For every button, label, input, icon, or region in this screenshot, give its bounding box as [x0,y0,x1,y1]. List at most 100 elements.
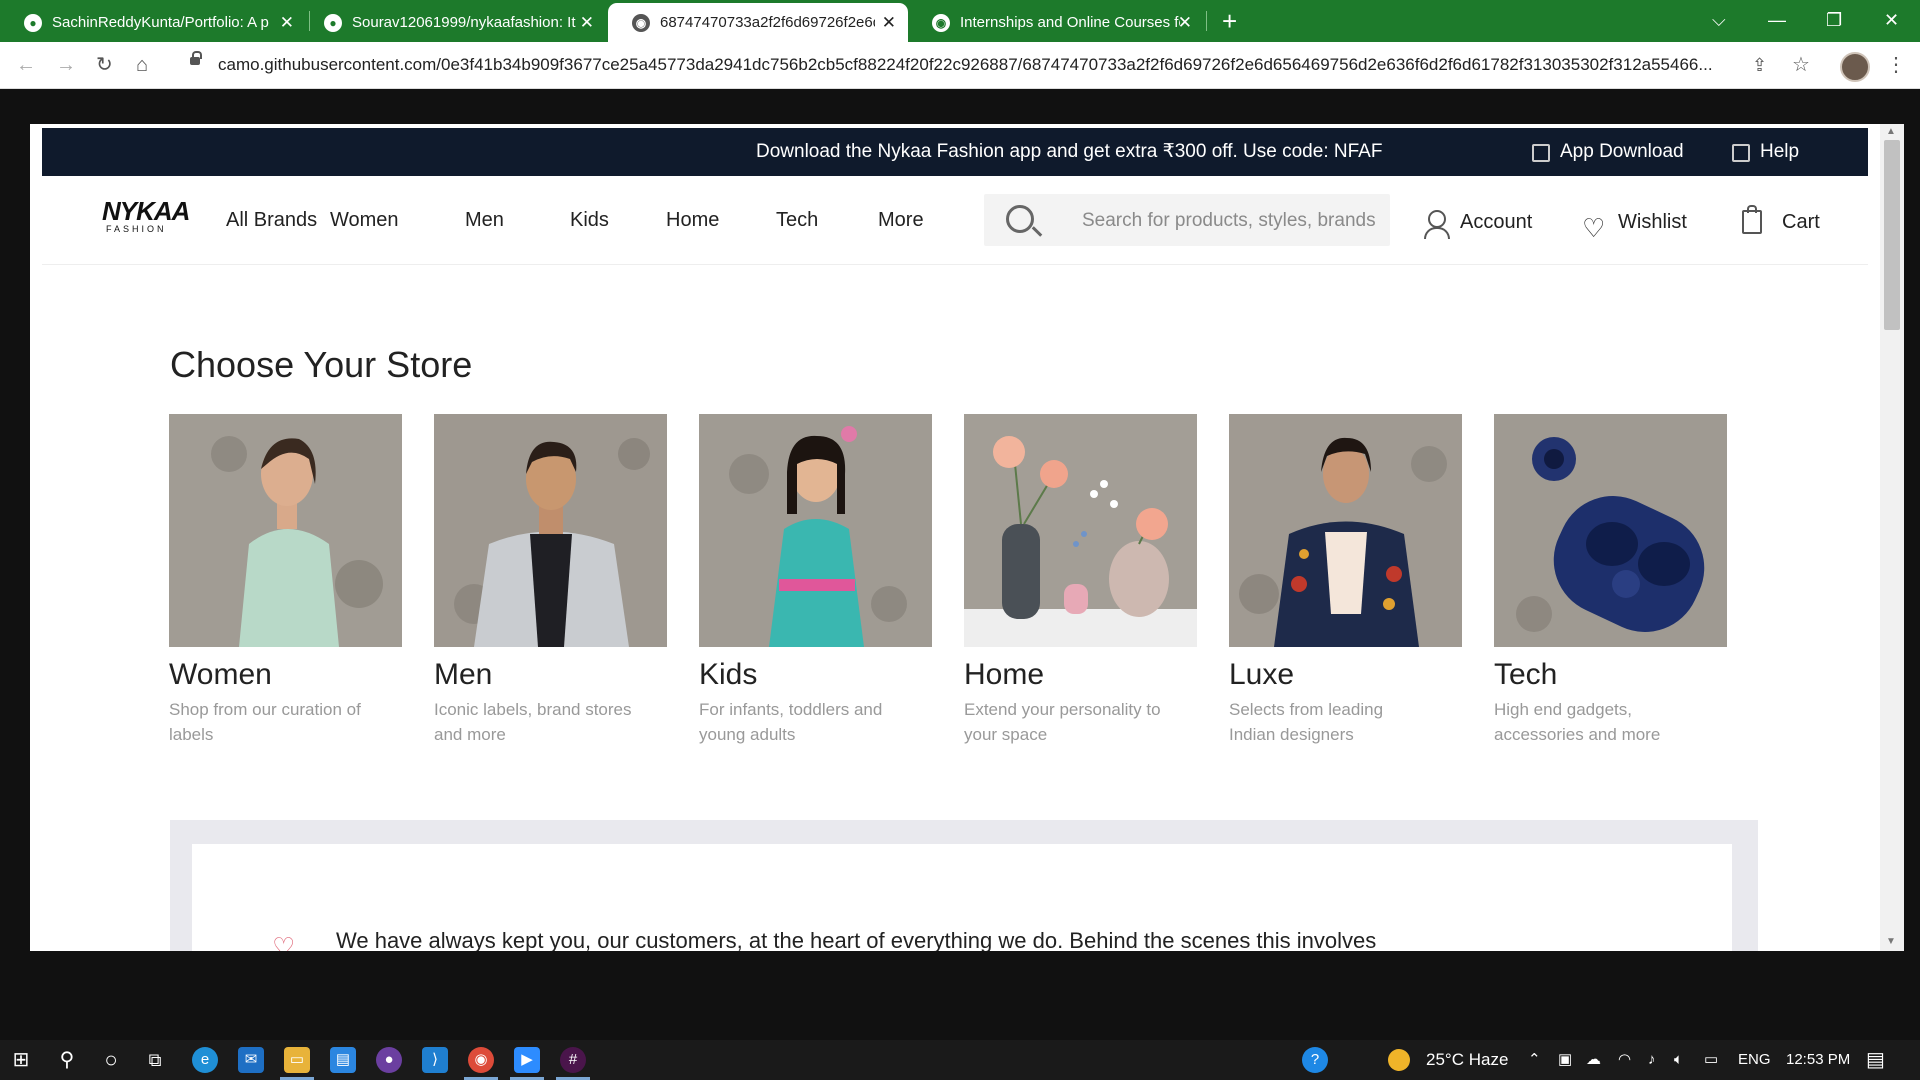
microphone-icon[interactable]: ♪ [1648,1040,1656,1080]
app-download-link[interactable]: App Download [1560,128,1684,176]
nav-kids[interactable]: Kids [570,200,609,240]
globe-icon: ◉ [632,14,650,32]
store-description: Selects from leading Indian designers [1229,700,1384,744]
vscode-icon[interactable]: ⟩ [422,1047,448,1073]
notepad-icon[interactable]: ▤ [330,1047,356,1073]
new-tab-button[interactable]: + [1222,0,1237,42]
menu-kebab-icon[interactable]: ⋮ [1886,42,1906,88]
url-field[interactable]: camo.githubusercontent.com/0e3f41b34b909… [218,48,1738,82]
search-input[interactable] [1080,194,1384,248]
nav-men[interactable]: Men [465,200,504,240]
store-description: Shop from our curation of labels [169,700,361,744]
store-description: For infants, toddlers and young adults [699,700,883,744]
promo-banner: Download the Nykaa Fashion app and get e… [42,128,1868,176]
file-explorer-icon[interactable]: ▭ [284,1047,310,1073]
tech-store-image[interactable] [1494,414,1727,647]
meet-now-icon[interactable]: ▣ [1558,1040,1572,1080]
store-card-home[interactable]: Home Extend your personality to your spa… [964,414,1197,747]
tab-active-image[interactable]: ◉ 68747470733a2f2f6d69726f2e6d ✕ [608,3,908,42]
reload-icon[interactable]: ↻ [96,42,113,88]
notifications-icon[interactable]: ▤ [1866,1040,1885,1080]
slack-icon[interactable]: # [560,1047,586,1073]
nav-women[interactable]: Women [330,200,399,240]
battery-icon[interactable]: ▭ [1704,1040,1718,1080]
mail-icon[interactable]: ✉ [238,1047,264,1073]
share-icon[interactable]: ⇪ [1752,42,1767,88]
search-box [984,194,1390,248]
windows-taskbar: ⊞ ⚲ ○ ⧉ e ✉ ▭ ▤ ● ⟩ ◉ ▶ # ? 25°C Haze ⌃ … [0,1040,1920,1080]
back-icon[interactable]: ← [16,42,36,88]
help-icon[interactable]: ? [1302,1047,1328,1073]
lock-icon[interactable] [190,51,202,65]
wishlist-label: Wishlist [1618,211,1687,233]
forward-icon[interactable]: → [56,42,76,88]
store-name: Home [964,658,1045,691]
kids-store-image[interactable] [699,414,932,647]
men-store-image[interactable] [434,414,667,647]
windows-start-icon[interactable]: ⊞ [8,1047,34,1073]
tab-title: 68747470733a2f2f6d69726f2e6d [660,14,875,31]
tab-title: Sourav12061999/nykaafashion: It [352,14,576,31]
cortana-icon[interactable]: ○ [98,1047,124,1073]
store-name: Kids [699,658,758,691]
shopping-bag-icon [1742,205,1762,234]
language-indicator[interactable]: ENG [1738,1040,1771,1080]
chrome-icon[interactable]: ◉ [468,1047,494,1073]
promise-card: ♡ We have always kept you, our customers… [192,844,1732,951]
zoom-icon[interactable]: ▶ [514,1047,540,1073]
luxe-store-image[interactable] [1229,414,1462,647]
search-icon[interactable] [1006,205,1034,233]
onedrive-icon[interactable]: ☁ [1586,1040,1601,1080]
edge-icon[interactable]: e [192,1047,218,1073]
weather-icon[interactable] [1388,1049,1410,1071]
browser-tab-bar: ● SachinReddyKunta/Portfolio: A p ✕ ● So… [0,0,1920,42]
store-card-luxe[interactable]: Luxe Selects from leading Indian designe… [1229,414,1462,747]
tab-internships[interactable]: ◉ Internships and Online Courses fo ✕ [908,3,1204,42]
home-icon[interactable]: ⌂ [136,42,148,88]
heart-icon: ♡ [272,932,296,951]
phone-icon [1532,144,1550,162]
task-view-icon[interactable]: ⧉ [142,1047,168,1073]
nav-more[interactable]: More [878,200,924,240]
store-card-tech[interactable]: Tech High end gadgets, accessories and m… [1494,414,1727,747]
github-icon: ● [324,14,342,32]
tab-portfolio[interactable]: ● SachinReddyKunta/Portfolio: A p ✕ [0,3,306,42]
store-card-women[interactable]: Women Shop from our curation of labels [169,414,402,747]
tab-search-icon[interactable]: ⌵ [1712,0,1726,40]
close-icon[interactable]: ✕ [280,3,294,42]
nykaa-fashion-logo[interactable]: NYKAA FASHION [102,196,190,246]
clock[interactable]: 12:53 PM [1786,1040,1850,1080]
weather-text[interactable]: 25°C Haze [1426,1040,1508,1080]
close-window-icon[interactable]: ✕ [1884,0,1899,40]
profile-avatar[interactable] [1840,52,1870,82]
search-icon[interactable]: ⚲ [54,1047,80,1073]
promise-text: We have always kept you, our customers, … [336,928,1377,951]
cart-label: Cart [1782,211,1820,233]
store-name: Luxe [1229,658,1295,691]
bookmark-star-icon[interactable]: ☆ [1792,42,1810,88]
women-store-image[interactable] [169,414,402,647]
minimize-icon[interactable]: — [1768,0,1786,40]
github-desktop-icon[interactable]: ● [376,1047,402,1073]
wifi-icon[interactable]: ◠ [1618,1040,1631,1080]
chevron-up-icon[interactable]: ⌃ [1528,1040,1541,1080]
nav-all-brands[interactable]: All Brands [226,200,317,240]
close-icon[interactable]: ✕ [1178,3,1192,42]
store-card-men[interactable]: Men Iconic labels, brand stores and more [434,414,667,747]
github-icon: ● [24,14,42,32]
tab-nykaafashion[interactable]: ● Sourav12061999/nykaafashion: It ✕ [300,3,606,42]
account-label: Account [1460,211,1533,233]
store-card-kids[interactable]: Kids For infants, toddlers and young adu… [699,414,932,747]
nav-tech[interactable]: Tech [776,200,818,240]
home-store-image[interactable] [964,414,1197,647]
scroll-thumb[interactable] [1884,140,1900,330]
nav-home[interactable]: Home [666,200,719,240]
volume-icon[interactable]: 🔈︎ [1674,1040,1683,1080]
close-icon[interactable]: ✕ [580,3,594,42]
scroll-up-icon[interactable]: ▲ [1886,126,1896,137]
page-scrollbar[interactable]: ▲ ▼ [1880,124,1904,951]
help-link[interactable]: Help [1760,128,1799,176]
scroll-down-icon[interactable]: ▼ [1886,936,1896,947]
close-icon[interactable]: ✕ [882,3,896,42]
restore-icon[interactable]: ❐ [1826,0,1842,40]
